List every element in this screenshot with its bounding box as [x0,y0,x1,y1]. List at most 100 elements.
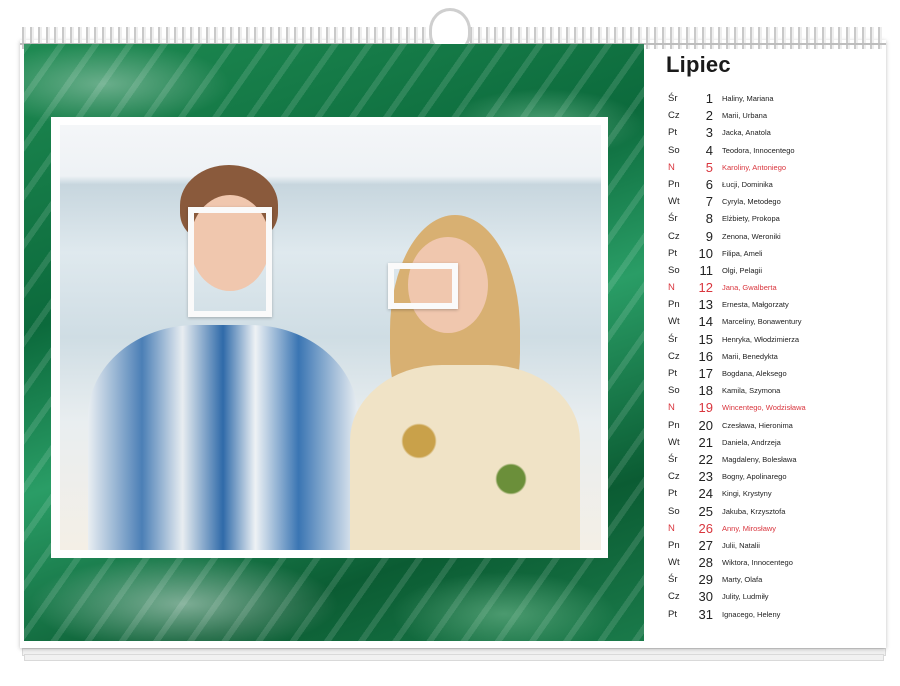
name-days: Filipa, Ameli [722,248,763,258]
day-row: N 12 Jana, Gwalberta [668,279,878,296]
day-number: 8 [705,211,713,227]
day-of-week: N [668,402,675,414]
day-of-week: Pt [668,247,677,259]
name-days: Cyryla, Metodego [722,197,781,207]
day-row: Cz 23 Bogny, Apolinarego [668,468,878,485]
day-number: 29 [698,572,713,588]
day-number: 15 [698,331,713,347]
day-number: 12 [698,280,713,296]
day-number: 10 [698,245,713,261]
day-number: 24 [698,486,713,502]
name-days: Czesława, Hieronima [722,420,793,430]
day-row: N 5 Karoliny, Antoniego [668,159,878,176]
name-days: Bogdana, Aleksego [722,369,787,378]
day-of-week: Wt [668,557,680,569]
day-row: N 26 Anny, Mirosławy [668,520,878,537]
day-of-week: Pn [668,539,680,551]
day-of-week: Śr [668,93,678,104]
day-row: Pt 24 Kingi, Krystyny [668,485,878,502]
name-days: Łucji, Dominika [722,179,773,189]
day-number: 13 [698,297,713,313]
day-row: Pn 27 Julii, Natalii [668,537,878,554]
day-number: 9 [705,228,713,244]
day-number: 17 [698,366,713,381]
day-row: Wt 28 Wiktora, Innocentego [668,554,878,571]
name-days: Bogny, Apolinarego [722,472,787,482]
name-days: Ernesta, Małgorzaty [722,300,789,310]
day-of-week: N [668,282,675,294]
day-number: 18 [698,383,713,399]
day-row: So 18 Kamila, Szymona [668,382,878,399]
day-row: Wt 7 Cyryla, Metodego [668,193,878,210]
name-days: Teodora, Innocentego [722,145,795,155]
day-of-week: Cz [668,350,680,362]
name-days: Elżbiety, Prokopa [722,214,780,224]
name-days: Olgi, Pelagii [722,265,763,275]
day-of-week: So [668,385,680,397]
day-of-week: Pn [668,299,680,311]
day-number: 6 [705,176,713,192]
day-of-week: Pt [668,488,677,500]
day-of-week: Śr [668,333,678,345]
month-title: Lipiec [666,52,731,77]
day-number: 28 [698,555,713,571]
day-number: 31 [698,606,713,622]
name-days: Kamila, Szymona [722,386,781,396]
day-of-week: Cz [668,471,680,483]
calendar-page-stack-back [24,654,884,661]
day-row: So 25 Jakuba, Krzysztofa [668,503,878,520]
name-days: Magdaleny, Bolesława [722,454,797,464]
day-number: 25 [698,503,713,519]
day-of-week: N [668,161,675,173]
day-of-week: Pt [668,608,677,620]
name-days: Marii, Urbana [722,111,768,121]
day-of-week: Śr [668,213,678,225]
day-of-week: Wt [668,196,680,208]
day-of-week: Cz [668,591,680,603]
day-row: Pn 20 Czesława, Hieronima [668,417,878,434]
day-list: Śr 1 Haliny, Mariana Cz 2 Marii, Urbana Pt 3 Jac… [668,90,878,623]
day-number: 30 [698,589,713,605]
name-days: Anny, Mirosławy [722,523,777,533]
name-days: Julii, Natalii [722,540,760,550]
day-number: 11 [699,262,714,278]
day-row: Śr 1 Haliny, Mariana [668,90,878,107]
day-row: Śr 8 Elżbiety, Prokopa [668,210,878,227]
day-of-week: So [668,505,680,517]
day-row: Wt 14 Marceliny, Bonawentury [668,313,878,330]
day-of-week: Śr [668,574,678,586]
name-days: Kingi, Krystyny [722,489,772,499]
day-number: 4 [705,142,713,158]
day-of-week: Cz [668,230,680,242]
day-number: 1 [705,91,713,106]
day-row: Pn 6 Łucji, Dominika [668,176,878,193]
day-row: Pt 31 Ignacego, Heleny [668,606,878,623]
day-number: 5 [705,159,713,175]
day-row: Śr 29 Marty, Olafa [668,571,878,588]
day-number: 2 [705,108,713,124]
day-number: 7 [705,194,713,210]
name-days: Ignacego, Heleny [722,609,781,619]
day-number: 16 [698,348,713,364]
name-days: Wiktora, Innocentego [722,558,793,568]
name-days: Marii, Benedykta [722,351,778,361]
day-number: 14 [698,314,713,330]
day-row: Cz 16 Marii, Benedykta [668,348,878,365]
day-of-week: Wt [668,316,680,328]
day-of-week: Cz [668,110,680,122]
name-days: Daniela, Andrzeja [722,437,781,447]
day-number: 20 [698,417,713,433]
woman-right [350,215,580,550]
day-row: Wt 21 Daniela, Andrzeja [668,434,878,451]
day-of-week: Pt [668,127,677,139]
name-days: Marceliny, Bonawentury [722,317,802,327]
day-of-week: So [668,144,680,156]
name-days: Haliny, Mariana [722,94,774,103]
name-days: Jakuba, Krzysztofa [722,506,786,516]
name-days: Wincentego, Wodzisława [722,403,806,413]
name-days: Karoliny, Antoniego [722,162,787,172]
day-number: 3 [705,125,713,141]
day-of-week: So [668,264,680,276]
day-number: 26 [698,520,713,536]
day-row: Cz 30 Julity, Ludmiły [668,588,878,605]
